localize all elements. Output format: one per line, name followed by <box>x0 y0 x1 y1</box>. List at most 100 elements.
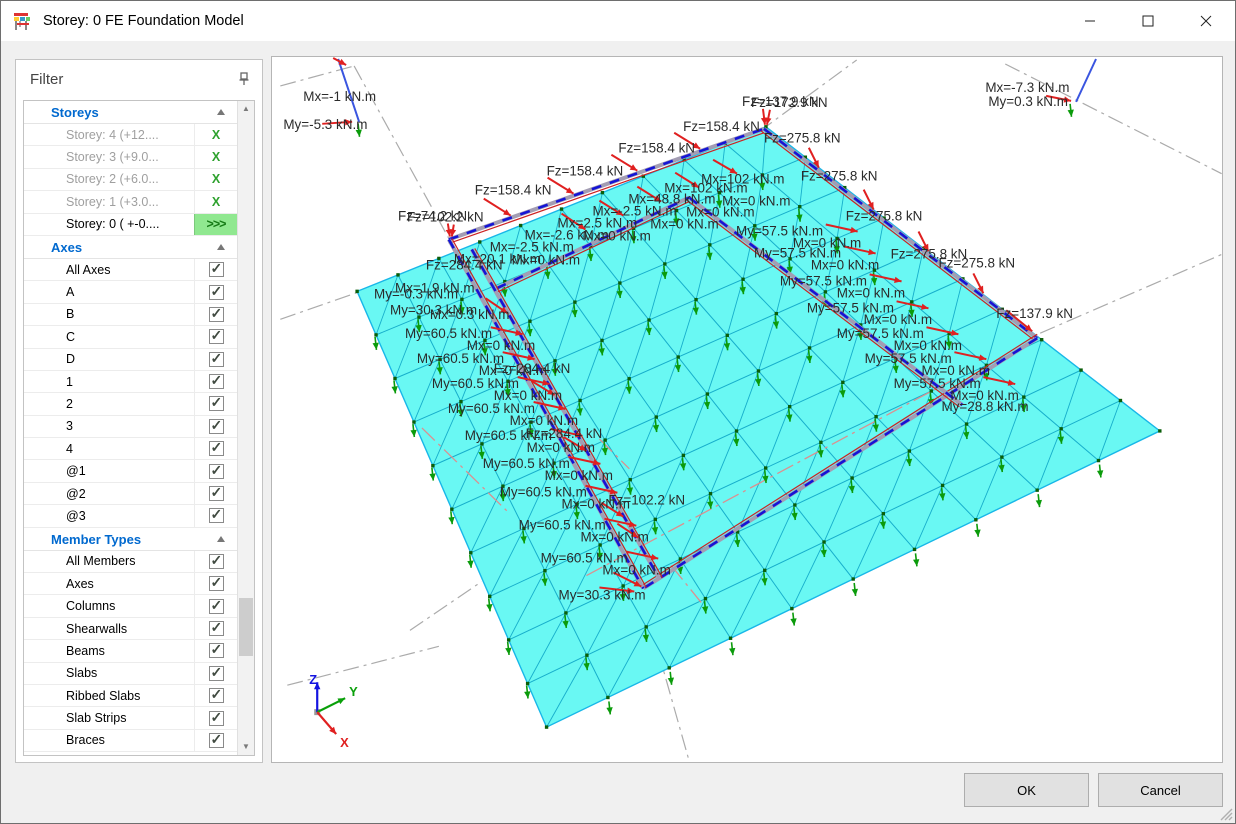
list-item[interactable]: B <box>24 304 237 326</box>
checkbox-checked[interactable] <box>209 307 224 322</box>
checkbox-checked[interactable] <box>209 486 224 501</box>
checkbox-checked[interactable] <box>209 733 224 748</box>
list-item[interactable]: Ribbed Slabs <box>24 685 237 707</box>
checkbox-checked[interactable] <box>209 711 224 726</box>
checkbox-checked[interactable] <box>209 419 224 434</box>
checkbox-checked[interactable] <box>209 643 224 658</box>
checkbox-checked[interactable] <box>209 599 224 614</box>
list-item[interactable]: @1 <box>24 460 237 482</box>
svg-text:Mx=0 kN.m: Mx=0 kN.m <box>545 468 613 483</box>
collapse-icon[interactable] <box>217 109 225 115</box>
list-item[interactable]: Storey: 1 (+3.0...X <box>24 191 237 213</box>
checkbox-checked[interactable] <box>209 666 224 681</box>
checkbox-checked[interactable] <box>209 396 224 411</box>
checkbox-checked[interactable] <box>209 508 224 523</box>
list-item[interactable]: 2 <box>24 393 237 415</box>
svg-text:Fz=102.2 kN: Fz=102.2 kN <box>608 493 685 508</box>
list-item[interactable]: Columns <box>24 595 237 617</box>
list-item[interactable]: C <box>24 326 237 348</box>
section-header-axes[interactable]: Axes <box>24 236 237 259</box>
list-item[interactable]: 4 <box>24 438 237 460</box>
section-header-member-types[interactable]: Member Types <box>24 528 237 551</box>
close-button[interactable] <box>1177 1 1235 41</box>
list-item-label: B <box>24 307 74 321</box>
viewport-3d[interactable]: My=60.5 kN.mMx=0 kN.mMy=60.5 kN.mMx=0 kN… <box>271 56 1223 763</box>
list-item[interactable]: D <box>24 349 237 371</box>
minimize-button[interactable] <box>1061 1 1119 41</box>
svg-text:Fz=158.4 kN: Fz=158.4 kN <box>618 141 695 156</box>
active-storey-mark[interactable]: >>> <box>195 214 237 235</box>
list-item[interactable]: Storey: 3 (+9.0... X <box>24 146 237 168</box>
list-item[interactable]: 1 <box>24 371 237 393</box>
list-item-label: Storey: 3 (+9.0... <box>24 150 159 164</box>
checkbox-checked[interactable] <box>209 576 224 591</box>
svg-text:Fz=275.8 kN: Fz=275.8 kN <box>846 209 923 224</box>
checkbox-checked[interactable] <box>209 352 224 367</box>
svg-text:My=28.8 kN.m: My=28.8 kN.m <box>941 399 1028 414</box>
app-icon <box>11 9 35 33</box>
checkbox-checked[interactable] <box>209 329 224 344</box>
filter-panel: Filter StoreysStorey: 4 (+12....XStorey:… <box>15 59 263 763</box>
list-item[interactable]: Storey: 0 ( +-0....>>> <box>24 214 237 236</box>
list-item[interactable]: @3 <box>24 505 237 527</box>
list-item[interactable]: A <box>24 281 237 303</box>
svg-text:Mx=0 kN.m: Mx=0 kN.m <box>512 252 580 267</box>
pin-icon[interactable] <box>238 72 250 86</box>
list-item[interactable]: Shearwalls <box>24 618 237 640</box>
list-item[interactable]: Storey: 2 (+6.0... X <box>24 169 237 191</box>
svg-text:Fz=275.8 kN: Fz=275.8 kN <box>938 255 1015 270</box>
list-item-label: 4 <box>24 442 73 456</box>
svg-text:Z: Z <box>309 672 317 687</box>
list-item[interactable]: Braces <box>24 730 237 752</box>
svg-text:My=0.3 kN.m: My=0.3 kN.m <box>988 94 1068 109</box>
scroll-up-icon[interactable]: ▲ <box>238 101 254 117</box>
section-header-storeys[interactable]: Storeys <box>24 101 237 124</box>
list-item-label: Braces <box>24 733 105 747</box>
resize-grip-icon[interactable] <box>1219 807 1233 821</box>
list-item[interactable]: Slabs <box>24 663 237 685</box>
checkbox-checked[interactable] <box>209 621 224 636</box>
svg-text:Fz=275.8 kN: Fz=275.8 kN <box>801 169 878 184</box>
filter-title: Filter <box>30 71 63 88</box>
list-item[interactable]: Beams <box>24 640 237 662</box>
cancel-button[interactable]: Cancel <box>1098 773 1223 807</box>
list-item-label: Slabs <box>24 666 97 680</box>
checkbox-checked[interactable] <box>209 441 224 456</box>
list-item[interactable]: Slab Strips <box>24 707 237 729</box>
scroll-down-icon[interactable]: ▼ <box>238 739 254 755</box>
checkbox-checked[interactable] <box>209 464 224 479</box>
list-item-label: Beams <box>24 644 105 658</box>
list-item[interactable]: Axes <box>24 573 237 595</box>
scrollbar-thumb[interactable] <box>239 598 253 656</box>
svg-text:Mx=0 kN.m: Mx=0 kN.m <box>527 440 595 455</box>
close-icon <box>1200 15 1212 27</box>
list-item-label: Slab Strips <box>24 711 126 725</box>
ok-button[interactable]: OK <box>964 773 1089 807</box>
maximize-button[interactable] <box>1119 1 1177 41</box>
checkbox-checked[interactable] <box>209 285 224 300</box>
hidden-mark[interactable]: X <box>212 195 220 209</box>
list-item[interactable]: 3 <box>24 416 237 438</box>
dialog-window: Storey: 0 FE Foundation Model Filter <box>0 0 1236 824</box>
svg-text:Mx=0 kN.m: Mx=0 kN.m <box>580 530 648 545</box>
hidden-mark[interactable]: X <box>212 128 220 142</box>
list-item[interactable]: All Axes <box>24 259 237 281</box>
collapse-icon[interactable] <box>217 536 225 542</box>
list-item[interactable]: Storey: 4 (+12....X <box>24 124 237 146</box>
scrollbar[interactable]: ▲ ▼ <box>237 101 254 755</box>
svg-text:My=30.3 kN.m: My=30.3 kN.m <box>559 587 646 602</box>
hidden-mark[interactable]: X <box>212 150 220 164</box>
filter-header: Filter <box>16 60 262 100</box>
checkbox-checked[interactable] <box>209 374 224 389</box>
list-item[interactable]: All Members <box>24 551 237 573</box>
list-item[interactable]: @2 <box>24 483 237 505</box>
checkbox-checked[interactable] <box>209 554 224 569</box>
collapse-icon[interactable] <box>217 244 225 250</box>
model-canvas[interactable]: My=60.5 kN.mMx=0 kN.mMy=60.5 kN.mMx=0 kN… <box>272 57 1222 762</box>
hidden-mark[interactable]: X <box>212 172 220 186</box>
axis-triad: ZYX <box>309 672 358 750</box>
checkbox-checked[interactable] <box>209 262 224 277</box>
list-item-label: Storey: 2 (+6.0... <box>24 172 159 186</box>
list-item-label: Columns <box>24 599 115 613</box>
checkbox-checked[interactable] <box>209 688 224 703</box>
